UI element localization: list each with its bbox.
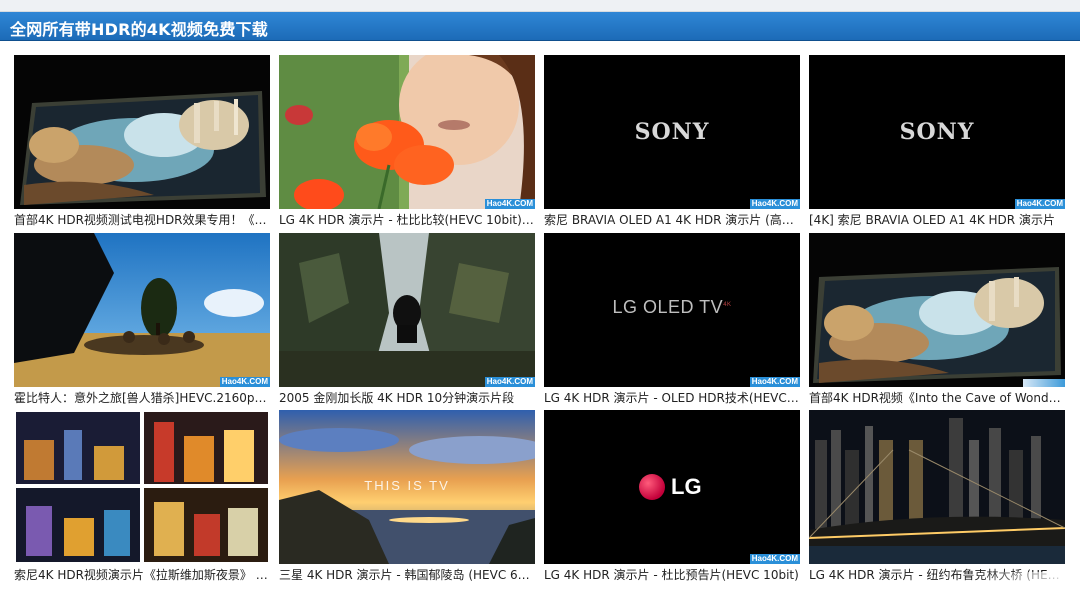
- video-card[interactable]: Hao4K.COM 2005 金刚加长版 4K HDR 10分钟演示片段: [279, 233, 535, 409]
- video-title[interactable]: LG 4K HDR 演示片 - OLED HDR技术(HEVC 60fps): [544, 389, 800, 407]
- lg-logo: LG: [639, 472, 709, 502]
- sony-logo: SONY: [899, 119, 975, 145]
- video-thumbnail[interactable]: Hao4K.COM: [14, 233, 270, 387]
- video-title[interactable]: 首部4K HDR视频测试电视HDR效果专用！《Into the Cave of …: [14, 211, 270, 229]
- video-card[interactable]: LG 4K HDR 演示片 - 纽约布鲁克林大桥 (HEVC 10bit): [809, 410, 1065, 586]
- video-thumbnail[interactable]: [809, 410, 1065, 564]
- watermark: Hao4K.COM: [1014, 199, 1065, 209]
- video-title[interactable]: 2005 金刚加长版 4K HDR 10分钟演示片段: [279, 389, 535, 407]
- watermark: Hao4K.COM: [484, 377, 535, 387]
- video-card[interactable]: 首部4K HDR视频测试电视HDR效果专用！《Into the Cave of …: [14, 55, 270, 231]
- video-thumbnail[interactable]: Hao4K.COM: [279, 233, 535, 387]
- video-card[interactable]: 首部4K HDR视频《Into the Cave of Wonders》: [809, 233, 1065, 409]
- video-card[interactable]: LG Hao4K.COM LG 4K HDR 演示片 - 杜比预告片(HEVC …: [544, 410, 800, 586]
- lg-oled-logo: LG OLED TV4K: [544, 297, 800, 318]
- watermark: Hao4K.COM: [484, 199, 535, 209]
- watermark: Hao4K.COM: [749, 377, 800, 387]
- video-thumbnail[interactable]: [14, 55, 270, 209]
- video-card[interactable]: Hao4K.COM 霍比特人：意外之旅[兽人猎杀]HEVC.2160p.HDR: [14, 233, 270, 409]
- video-card[interactable]: SONY Hao4K.COM 索尼 BRAVIA OLED A1 4K HDR …: [544, 55, 800, 231]
- video-title[interactable]: 索尼4K HDR视频演示片《拉斯维加斯夜景》 HEVC: [14, 566, 270, 584]
- video-card[interactable]: 索尼4K HDR视频演示片《拉斯维加斯夜景》 HEVC: [14, 410, 270, 586]
- lg-logo-icon: [639, 474, 665, 500]
- video-title[interactable]: 霍比特人：意外之旅[兽人猎杀]HEVC.2160p.HDR: [14, 389, 270, 407]
- video-card[interactable]: Hao4K.COM LG 4K HDR 演示片 - 杜比比较(HEVC 10bi…: [279, 55, 535, 231]
- video-title[interactable]: 三星 4K HDR 演示片 - 韩国郁陵岛 (HEVC 60fps): [279, 566, 535, 584]
- video-thumbnail[interactable]: Hao4K.COM: [279, 55, 535, 209]
- video-thumbnail[interactable]: [14, 410, 270, 564]
- video-thumbnail[interactable]: SONY Hao4K.COM: [809, 55, 1065, 209]
- watermark-bar: [1023, 379, 1065, 387]
- video-card[interactable]: SONY Hao4K.COM [4K] 索尼 BRAVIA OLED A1 4K…: [809, 55, 1065, 231]
- lg-logo-text: LG: [671, 474, 702, 499]
- video-thumbnail[interactable]: THIS IS TV: [279, 410, 535, 564]
- watermark: Hao4K.COM: [749, 199, 800, 209]
- video-thumbnail[interactable]: LG Hao4K.COM: [544, 410, 800, 564]
- video-title[interactable]: LG 4K HDR 演示片 - 杜比比较(HEVC 10bit) 2160P: [279, 211, 535, 229]
- site-watermark-overlay: [975, 572, 1065, 586]
- video-thumbnail[interactable]: [809, 233, 1065, 387]
- video-card[interactable]: LG OLED TV4K Hao4K.COM LG 4K HDR 演示片 - O…: [544, 233, 800, 409]
- lg-oled-sup: 4K: [723, 302, 732, 308]
- this-is-tv-text: THIS IS TV: [364, 478, 450, 493]
- video-grid: 首部4K HDR视频测试电视HDR效果专用！《Into the Cave of …: [0, 0, 1080, 599]
- watermark: Hao4K.COM: [749, 554, 800, 564]
- video-title[interactable]: 首部4K HDR视频《Into the Cave of Wonders》: [809, 389, 1065, 407]
- video-thumbnail[interactable]: LG OLED TV4K Hao4K.COM: [544, 233, 800, 387]
- video-title[interactable]: [4K] 索尼 BRAVIA OLED A1 4K HDR 演示片: [809, 211, 1065, 229]
- video-card[interactable]: THIS IS TV 三星 4K HDR 演示片 - 韩国郁陵岛 (HEVC 6…: [279, 410, 535, 586]
- watermark: Hao4K.COM: [219, 377, 270, 387]
- video-title[interactable]: 索尼 BRAVIA OLED A1 4K HDR 演示片 (高码率): [544, 211, 800, 229]
- lg-oled-text: LG OLED TV: [612, 297, 724, 317]
- video-title[interactable]: LG 4K HDR 演示片 - 杜比预告片(HEVC 10bit): [544, 566, 800, 584]
- sony-logo: SONY: [634, 119, 710, 145]
- video-thumbnail[interactable]: SONY Hao4K.COM: [544, 55, 800, 209]
